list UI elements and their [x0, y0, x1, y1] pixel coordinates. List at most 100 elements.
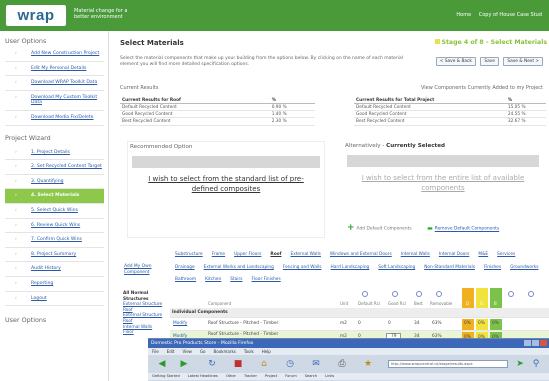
menu-go[interactable]: Go [200, 349, 206, 354]
wrap-logo[interactable]: wrap [6, 5, 66, 26]
save-next-button[interactable]: Save & Next > [503, 57, 543, 66]
sidebar-item-quantifying[interactable]: › 3. Quantifying [5, 175, 104, 190]
table-cell: Good Recycled Content [120, 110, 270, 119]
sidebar-item-audit-history[interactable]: › Audit History [5, 262, 104, 277]
save-back-button[interactable]: < Save & Back [435, 57, 476, 66]
tab-external-works[interactable]: External Works and Landscaping [204, 265, 274, 270]
bookmark-item[interactable]: Search [305, 374, 317, 378]
add-default-components-link[interactable]: Add Default Components [357, 227, 412, 232]
tab-finishes[interactable]: Finishes [484, 265, 501, 270]
tab-frame[interactable]: Frame [212, 252, 225, 257]
sort-circle-icon[interactable] [392, 291, 398, 297]
search-icon[interactable]: ⚲ [530, 358, 542, 370]
menu-edit[interactable]: Edit [167, 349, 175, 354]
tab-substructure[interactable]: Substructure [175, 252, 203, 257]
sidebar-item-confirm-quick-wins[interactable]: › 7. Confirm Quick Wins [5, 233, 104, 248]
sidebar-item-download-custom[interactable]: › Download My Custom Toolkit Data [5, 91, 104, 111]
tab-services[interactable]: Services [497, 252, 515, 257]
tab-soft-landscaping[interactable]: Soft Landscaping [378, 265, 415, 270]
tab-roof[interactable]: Roof [270, 252, 281, 257]
home-icon[interactable]: ⌂ [258, 358, 270, 370]
bullet-icon: › [15, 280, 17, 286]
mail-icon[interactable]: ✉ [310, 358, 322, 370]
sort-circle-icon[interactable] [528, 291, 534, 297]
bookmark-icon[interactable]: ★ [362, 358, 374, 370]
sidebar-item-logout[interactable]: › Logout [5, 292, 104, 307]
forward-icon[interactable]: ▶ [178, 358, 190, 370]
select-standard-list-link[interactable]: I wish to select from the standard list … [128, 174, 324, 194]
menu-help[interactable]: Help [262, 349, 271, 354]
sort-circle-icon[interactable] [362, 291, 368, 297]
tab-stairs[interactable]: Stairs [230, 277, 242, 282]
reload-icon[interactable]: ↻ [206, 358, 218, 370]
bookmark-item[interactable]: Other [226, 374, 236, 378]
select-entire-list-link[interactable]: I wish to select from the entire list of… [343, 173, 543, 193]
bookmark-item[interactable]: Tracker [244, 374, 257, 378]
value-cell[interactable]: 0 [388, 321, 391, 326]
sort-circle-icon[interactable] [416, 291, 422, 297]
sidebar-item-review-quick-wins[interactable]: › 6. Review Quick Wins [5, 219, 104, 234]
tab-windows[interactable]: Windows and External Doors [330, 252, 392, 257]
tab-drainage[interactable]: Drainage [175, 265, 195, 270]
tab-hard-landscaping[interactable]: Hard Landscaping [331, 265, 370, 270]
popup-title-bar[interactable]: Domestic Pro Products Store - Mozilla Fi… [148, 339, 549, 348]
add-own-component-link[interactable]: Add My Own Component [124, 264, 170, 275]
close-icon[interactable] [540, 340, 547, 346]
sidebar-item-select-quick-wins[interactable]: › 5. Select Quick Wins [5, 204, 104, 219]
view-components-label: View Components Currently Added to my Pr… [420, 85, 543, 91]
sidebar-item-project-summary[interactable]: › 8. Project Summary [5, 248, 104, 263]
save-button[interactable]: Save [480, 57, 499, 66]
tab-bathroom[interactable]: Bathroom [175, 277, 196, 282]
structure-link[interactable]: Floor [123, 330, 173, 336]
sort-circle-icon[interactable] [508, 291, 514, 297]
bookmark-item[interactable]: Project [265, 374, 277, 378]
bookmark-item[interactable]: Forum [285, 374, 296, 378]
sidebar-item-reporting[interactable]: › Reporting [5, 277, 104, 292]
tab-floor-finishes[interactable]: Floor Finishes [252, 277, 281, 282]
tab-internal-doors[interactable]: Internal Doors [439, 252, 470, 257]
modify-link[interactable]: Modify [173, 321, 187, 326]
maximize-icon[interactable] [532, 340, 539, 346]
back-icon[interactable]: ◀ [156, 358, 168, 370]
sidebar-item-add-project[interactable]: › Add New Construction Project [5, 47, 104, 62]
tab-upper-floors[interactable]: Upper Floors [234, 252, 261, 257]
default-components-actions: + Add Default Components ▬ Remove Default … [347, 223, 499, 233]
good-column-swatch: G [476, 288, 488, 308]
grid-header: Component Unit Default Rcl Good Rcl Best… [170, 288, 549, 308]
sidebar-item-download-media[interactable]: › Download Media Fix/Delete [5, 111, 104, 126]
sidebar-item-edit-details[interactable]: › Edit My Personal Details [5, 62, 104, 77]
plus-icon[interactable]: + [347, 223, 355, 233]
sort-circle-icon[interactable] [436, 291, 442, 297]
go-icon[interactable]: ➤ [514, 358, 526, 370]
menu-view[interactable]: View [182, 349, 192, 354]
bookmark-item[interactable]: Links [325, 374, 334, 378]
minimize-icon[interactable] [524, 340, 531, 346]
sidebar-item-download-toolkit[interactable]: › Download WRAP Toolkit Data [5, 76, 104, 91]
tab-groundworks[interactable]: Groundworks [510, 265, 538, 270]
print-icon[interactable]: ⎙ [336, 358, 348, 370]
project-name-link[interactable]: Copy of House Case Stud [479, 12, 542, 18]
address-bar[interactable]: http://www.wrapcentral.uk/stage/results.… [388, 360, 508, 368]
remove-default-components-link[interactable]: Remove Default Components [435, 227, 499, 232]
menu-tools[interactable]: Tools [244, 349, 254, 354]
tab-kitchen[interactable]: Kitchen [205, 277, 221, 282]
tab-m-and-e[interactable]: M&E [478, 252, 488, 257]
bookmark-item[interactable]: Getting Started [152, 374, 180, 378]
sidebar-item-select-materials[interactable]: › 4. Select Materials [5, 189, 104, 204]
table-row: Default Recycled Content 15.05 % [354, 103, 546, 112]
current-results-link[interactable]: Current Results [120, 85, 158, 91]
menu-file[interactable]: File [152, 349, 159, 354]
minus-icon[interactable]: ▬ [427, 225, 433, 232]
sidebar-item-project-details[interactable]: › 1. Project Details [5, 146, 104, 161]
tab-fencing[interactable]: Fencing and Walls [283, 265, 322, 270]
tab-external-walls[interactable]: External Walls [290, 252, 320, 257]
stop-icon[interactable]: ■ [232, 358, 244, 370]
history-icon[interactable]: ◷ [284, 358, 296, 370]
home-link[interactable]: Home [456, 12, 471, 18]
user-options-heading: User Options [5, 37, 47, 45]
sidebar-item-recycled-target[interactable]: › 2. Set Recycled Content Target [5, 160, 104, 175]
menu-bookmarks[interactable]: Bookmarks [214, 349, 236, 354]
tab-non-standard[interactable]: Non-Standard Materials [424, 265, 475, 270]
tab-internal-walls[interactable]: Internal Walls [401, 252, 430, 257]
bookmark-item[interactable]: Latest Headlines [188, 374, 218, 378]
